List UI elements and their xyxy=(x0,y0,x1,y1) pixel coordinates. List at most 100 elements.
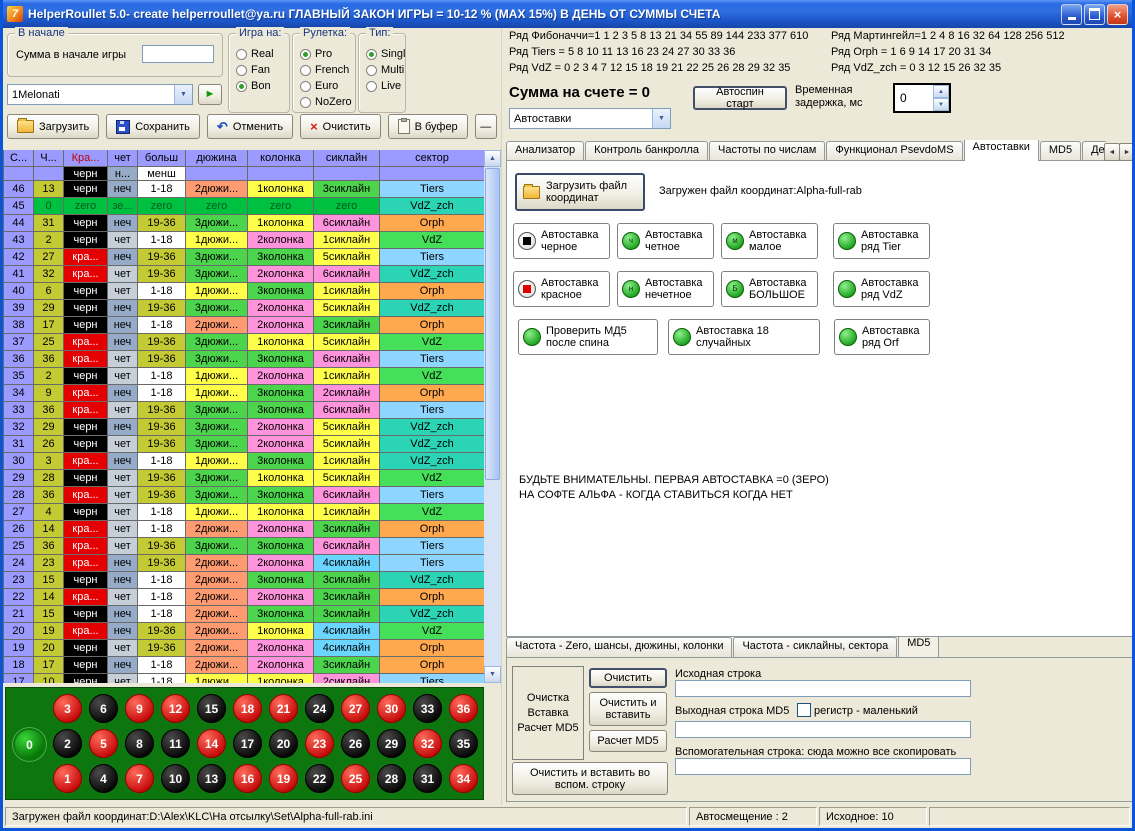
autospin-button[interactable]: Автоспин старт xyxy=(693,86,787,110)
tab-scroll-right-icon[interactable]: ► xyxy=(1119,143,1135,161)
md5-clear-paste-aux-button[interactable]: Очистить и вставить во вспом. строку xyxy=(512,762,668,795)
table-row[interactable]: 4132кра...чет19-363дюжи...2колонка6сикла… xyxy=(4,266,484,283)
play-button[interactable]: ► xyxy=(198,84,222,105)
scroll-track[interactable] xyxy=(484,481,501,666)
tab-делени[interactable]: Делени xyxy=(1082,141,1106,161)
radio-real[interactable]: Real xyxy=(229,46,289,62)
bet-button-автоставка-малое[interactable]: мАвтоставка малое xyxy=(721,223,818,259)
md5-clear-paste-button[interactable]: Очистить и вставить xyxy=(589,692,667,726)
table-row[interactable]: 2019кра...неч19-362дюжи...1колонка4сикла… xyxy=(4,623,484,640)
board-number-7[interactable]: 7 xyxy=(125,764,154,793)
board-number-12[interactable]: 12 xyxy=(161,694,190,723)
radio-live[interactable]: Live xyxy=(359,78,405,94)
board-number-30[interactable]: 30 xyxy=(377,694,406,723)
spinner-down-icon[interactable]: ▼ xyxy=(933,98,949,111)
board-number-8[interactable]: 8 xyxy=(125,729,154,758)
clear-button[interactable]: × Очистить xyxy=(300,114,380,139)
board-number-3[interactable]: 3 xyxy=(53,694,82,723)
table-row[interactable]: 1920чернчет19-362дюжи...2колонка4сиклайн… xyxy=(4,640,484,657)
board-number-27[interactable]: 27 xyxy=(341,694,370,723)
load-button[interactable]: Загрузить xyxy=(7,114,99,139)
bet-button-автоставка-четное[interactable]: чАвтоставка четное xyxy=(617,223,714,259)
table-row[interactable]: 3725кра...неч19-363дюжи...1колонка5сикла… xyxy=(4,334,484,351)
radio-bon[interactable]: Bon xyxy=(229,78,289,94)
scroll-up-icon[interactable]: ▲ xyxy=(484,150,501,167)
table-row[interactable]: 3636кра...чет19-363дюжи...3колонка6сикла… xyxy=(4,351,484,368)
table-row[interactable]: 1817черннеч1-182дюжи...2колонка3сиклайнO… xyxy=(4,657,484,674)
board-number-32[interactable]: 32 xyxy=(413,729,442,758)
output-string-input[interactable] xyxy=(675,721,971,738)
table-row[interactable]: 450zeroзе...zerozerozerozeroVdZ_zch xyxy=(4,198,484,215)
aux-string-input[interactable] xyxy=(675,758,971,775)
table-row[interactable]: 2115черннеч1-182дюжи...3колонка3сиклайнV… xyxy=(4,606,484,623)
md5-clear-button[interactable]: Очистить xyxy=(589,668,667,688)
tab-частота-сиклайны-сектора[interactable]: Частота - сиклайны, сектора xyxy=(733,637,897,657)
md5-calc-button[interactable]: Расчет MD5 xyxy=(589,730,667,752)
radio-euro[interactable]: Euro xyxy=(293,78,355,94)
table-row[interactable]: 274чернчет1-181дюжи...1колонка1сиклайнVd… xyxy=(4,504,484,521)
autobets-combo[interactable]: Автоставки ▼ xyxy=(509,108,671,129)
board-number-14[interactable]: 14 xyxy=(197,729,226,758)
table-row[interactable]: 3929черннеч19-363дюжи...2колонка5сиклайн… xyxy=(4,300,484,317)
board-number-29[interactable]: 29 xyxy=(377,729,406,758)
board-number-25[interactable]: 25 xyxy=(341,764,370,793)
load-coords-button[interactable]: Загрузить файл координат xyxy=(515,173,645,211)
bet-button-автоставка-нечетное[interactable]: нАвтоставка нечетное xyxy=(617,271,714,307)
header-6[interactable]: колонка xyxy=(248,150,314,167)
table-row[interactable]: 2315черннеч1-182дюжи...3колонка3сиклайнV… xyxy=(4,572,484,589)
source-string-input[interactable] xyxy=(675,680,971,697)
board-number-4[interactable]: 4 xyxy=(89,764,118,793)
table-row[interactable]: 2536кра...чет19-363дюжи...3колонка6сикла… xyxy=(4,538,484,555)
bet-button-автоставка-большое[interactable]: БАвтоставка БОЛЬШОЕ xyxy=(721,271,818,307)
close-button[interactable]: × xyxy=(1107,4,1128,25)
radio-fan[interactable]: Fan xyxy=(229,62,289,78)
table-row[interactable]: 2614кра...чет1-182дюжи...2колонка3сиклай… xyxy=(4,521,484,538)
maximize-button[interactable] xyxy=(1084,4,1105,25)
tab-scroll-left-icon[interactable]: ◄ xyxy=(1104,143,1120,161)
bet-button-автоставка-18-случайных[interactable]: Автоставка 18 случайных xyxy=(668,319,820,355)
tab-анализатор[interactable]: Анализатор xyxy=(506,141,584,161)
table-row[interactable]: 2214кра...чет1-182дюжи...2колонка3сиклай… xyxy=(4,589,484,606)
header-8[interactable]: сектор xyxy=(380,150,484,167)
radio-singl[interactable]: Singl xyxy=(359,46,405,62)
table-row[interactable]: 406чернчет1-181дюжи...3колонка1сиклайнOr… xyxy=(4,283,484,300)
board-number-31[interactable]: 31 xyxy=(413,764,442,793)
board-number-6[interactable]: 6 xyxy=(89,694,118,723)
board-number-11[interactable]: 11 xyxy=(161,729,190,758)
board-number-18[interactable]: 18 xyxy=(233,694,262,723)
header-3[interactable]: чет xyxy=(108,150,138,167)
table-row[interactable]: 2423кра...неч19-362дюжи...2колонка4сикла… xyxy=(4,555,484,572)
board-number-2[interactable]: 2 xyxy=(53,729,82,758)
tab-частоты-по-числам[interactable]: Частоты по числам xyxy=(709,141,825,161)
header-2[interactable]: Кра... xyxy=(64,150,108,167)
header-7[interactable]: сиклайн xyxy=(314,150,380,167)
board-number-28[interactable]: 28 xyxy=(377,764,406,793)
table-row[interactable]: 352чернчет1-181дюжи...2колонка1сиклайнVd… xyxy=(4,368,484,385)
table-row[interactable]: 4431черннеч19-363дюжи...1колонка6сиклайн… xyxy=(4,215,484,232)
board-number-35[interactable]: 35 xyxy=(449,729,478,758)
board-number-17[interactable]: 17 xyxy=(233,729,262,758)
chevron-down-icon[interactable]: ▼ xyxy=(174,85,192,104)
table-row[interactable]: 2928чернчет19-363дюжи...1колонка5сиклайн… xyxy=(4,470,484,487)
radio-pro[interactable]: Pro xyxy=(293,46,355,62)
tab-функционал-psevdoms[interactable]: Функционал PsevdoMS xyxy=(826,141,962,161)
board-number-23[interactable]: 23 xyxy=(305,729,334,758)
board-number-26[interactable]: 26 xyxy=(341,729,370,758)
table-scrollbar[interactable]: ▲ ▼ xyxy=(484,150,501,683)
delay-spinner[interactable]: 0 ▲ ▼ xyxy=(893,83,951,113)
spinner-up-icon[interactable]: ▲ xyxy=(933,85,949,98)
register-checkbox[interactable] xyxy=(797,703,811,717)
board-number-0[interactable]: 0 xyxy=(15,730,44,759)
tab-md5[interactable]: MD5 xyxy=(898,637,939,657)
table-row[interactable]: 2836кра...чет19-363дюжи...3колонка6сикла… xyxy=(4,487,484,504)
board-number-15[interactable]: 15 xyxy=(197,694,226,723)
md5-actions-box[interactable]: Очистка Вставка Расчет MD5 xyxy=(512,666,584,760)
scroll-down-icon[interactable]: ▼ xyxy=(484,666,501,683)
table-row[interactable]: 1710чернчет1-181дюжи...1колонка2сиклайнT… xyxy=(4,674,484,683)
table-row[interactable]: 3229черннеч19-363дюжи...2колонка5сиклайн… xyxy=(4,419,484,436)
bet-button-автоставка-черное[interactable]: Автоставка черное xyxy=(513,223,610,259)
board-number-10[interactable]: 10 xyxy=(161,764,190,793)
start-sum-input[interactable] xyxy=(142,45,214,63)
table-row[interactable]: 3126чернчет19-363дюжи...2колонка5сиклайн… xyxy=(4,436,484,453)
header-5[interactable]: дюжина xyxy=(186,150,248,167)
